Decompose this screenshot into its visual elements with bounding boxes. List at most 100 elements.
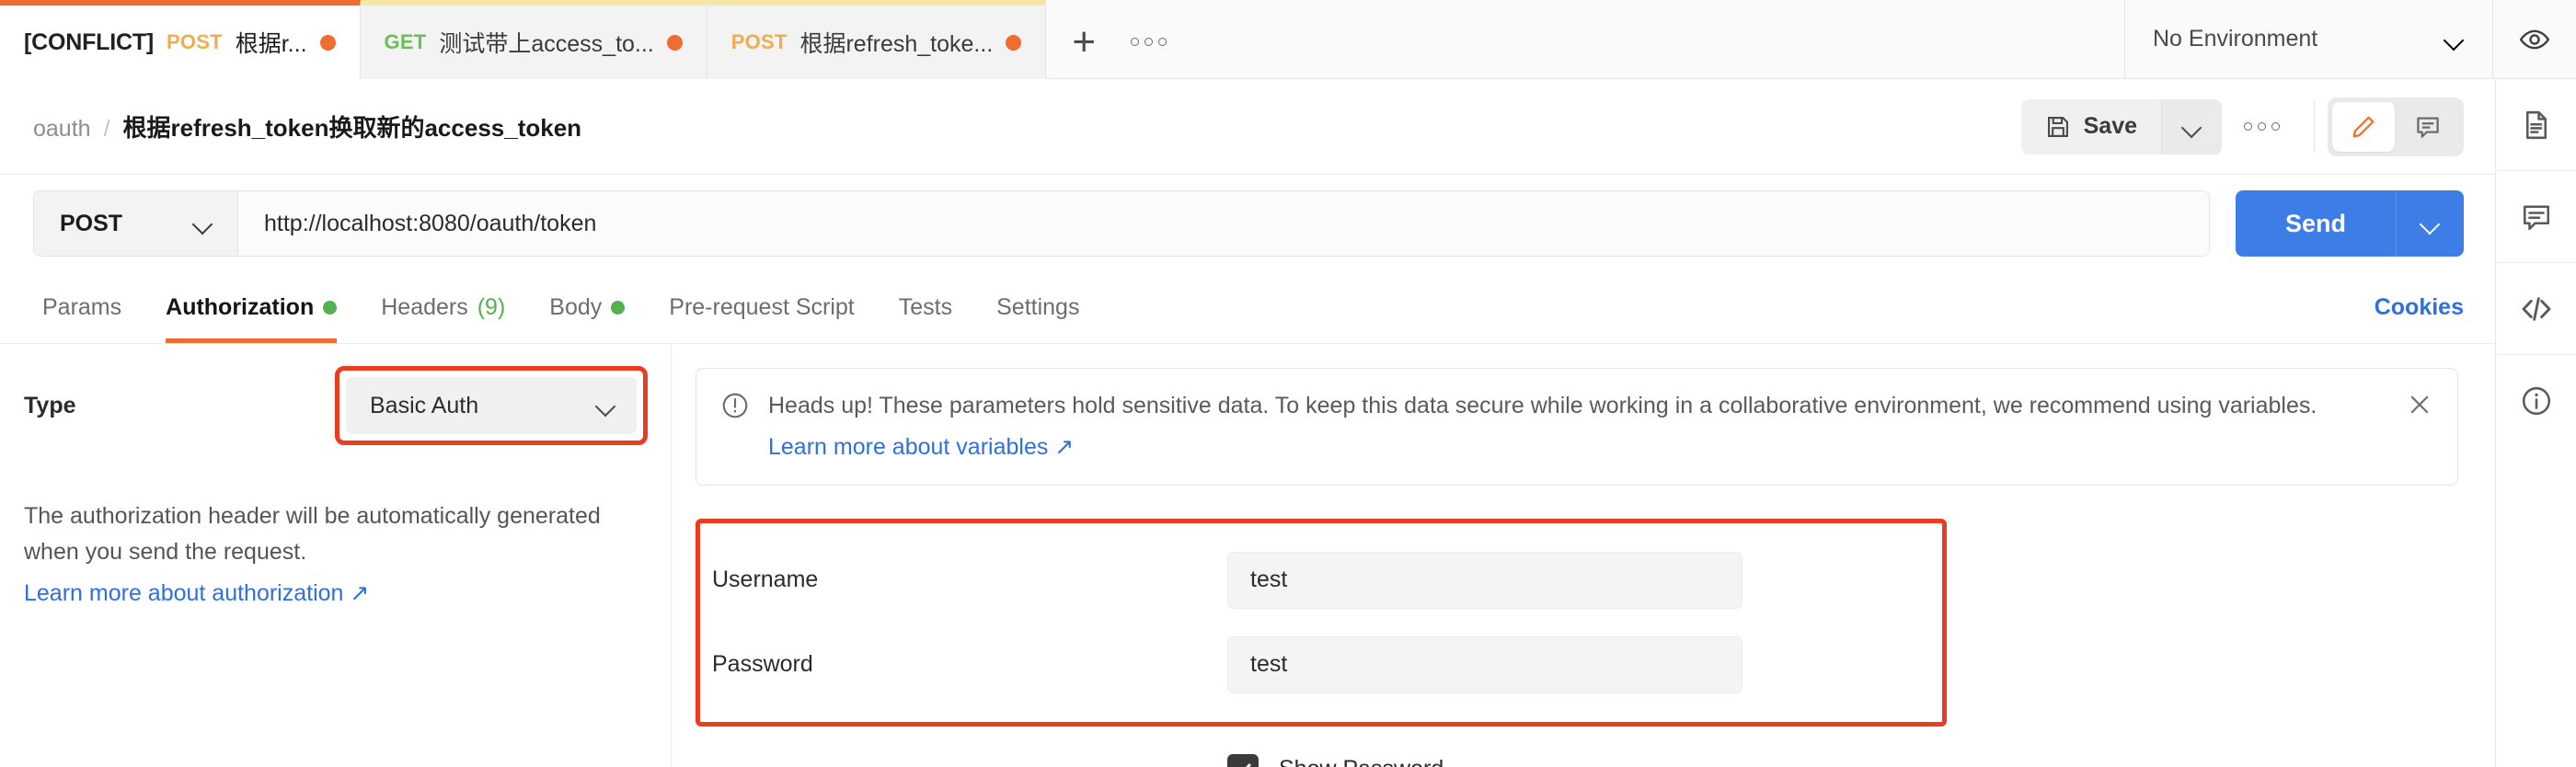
tab-params[interactable]: Params <box>20 272 144 343</box>
tab-label: Params <box>42 294 122 320</box>
eye-icon <box>2519 29 2550 49</box>
new-tab-button[interactable]: + <box>1052 0 1116 79</box>
right-sidebar <box>2495 79 2576 767</box>
more-horizontal-icon <box>1130 38 1167 46</box>
tab-options-button[interactable] <box>1116 0 1180 79</box>
code-icon <box>2522 296 2550 321</box>
send-group: Send <box>2235 190 2464 257</box>
comment-mode-button[interactable] <box>2397 102 2459 152</box>
request-tab-2[interactable]: GET 测试带上access_to... <box>360 0 707 79</box>
username-input[interactable]: test <box>1227 551 1742 609</box>
environment-quick-look-button[interactable] <box>2493 0 2576 78</box>
send-options-button[interactable] <box>2396 190 2464 257</box>
sensitive-data-banner: Heads up! These parameters hold sensitiv… <box>696 368 2458 486</box>
authorization-panel: Type Basic Auth The authorization header… <box>0 344 2495 767</box>
url-input[interactable]: http://localhost:8080/oauth/token <box>238 191 2209 256</box>
auth-credentials-column: Heads up! These parameters hold sensitiv… <box>672 344 2495 767</box>
password-input[interactable]: test <box>1227 635 1742 693</box>
tab-authorization[interactable]: Authorization <box>144 272 359 343</box>
pencil-icon <box>2352 116 2375 137</box>
username-label: Username <box>712 567 819 592</box>
url-row: POST http://localhost:8080/oauth/token S… <box>0 175 2495 272</box>
tab-strip-actions: + <box>1046 0 1180 78</box>
view-mode-group <box>2328 97 2464 156</box>
comment-icon <box>2523 204 2549 230</box>
sidebar-item-code-snippet[interactable] <box>2495 263 2576 355</box>
sidebar-item-info[interactable] <box>2496 355 2576 447</box>
headers-count: (9) <box>477 294 506 320</box>
request-section-tabs: Params Authorization Headers (9) Body Pr… <box>0 272 2495 344</box>
chevron-down-icon <box>193 213 213 234</box>
tab-settings[interactable]: Settings <box>974 272 1101 343</box>
tab-conflict-badge: [CONFLICT] <box>24 29 155 55</box>
banner-learn-more-link[interactable]: Learn more about variables ↗ <box>768 433 1074 461</box>
auth-type-column: Type Basic Auth The authorization header… <box>0 344 672 767</box>
banner-close-button[interactable] <box>2406 391 2433 423</box>
sidebar-item-comments[interactable] <box>2495 171 2576 263</box>
save-options-button[interactable] <box>2161 98 2222 155</box>
tab-unsaved-dot[interactable] <box>1006 34 1022 51</box>
tab-label: Headers <box>381 294 468 320</box>
cookies-link[interactable]: Cookies <box>2375 272 2464 343</box>
save-button-label: Save <box>2083 113 2137 139</box>
status-dot <box>323 301 338 315</box>
open-request-tabs: [CONFLICT] POST 根据r... GET 测试带上access_to… <box>0 0 2124 79</box>
tab-pre-request-script[interactable]: Pre-request Script <box>647 272 876 343</box>
request-more-actions-button[interactable] <box>2222 99 2301 155</box>
breadcrumb-collection[interactable]: oauth <box>33 116 91 143</box>
tab-body[interactable]: Body <box>527 272 647 343</box>
request-tab-3[interactable]: POST 根据refresh_toke... <box>707 0 1047 79</box>
tab-method: GET <box>384 30 427 53</box>
url-bar: POST http://localhost:8080/oauth/token <box>33 190 2210 257</box>
show-password-checkbox[interactable] <box>1227 753 1259 767</box>
save-group: Save <box>2020 98 2222 155</box>
tab-label: Pre-request Script <box>669 294 855 320</box>
environment-selector[interactable]: No Environment <box>2125 0 2493 78</box>
info-circle-icon <box>2522 386 2550 416</box>
show-password-label[interactable]: Show Password <box>1279 756 1443 767</box>
auth-type-selector[interactable]: Basic Auth <box>346 377 637 434</box>
header-divider <box>2314 100 2315 153</box>
send-button[interactable]: Send <box>2235 190 2396 257</box>
chevron-down-icon <box>596 395 616 416</box>
tab-method: POST <box>167 30 223 53</box>
status-dot <box>611 301 626 315</box>
credentials-block: Username test Password test <box>696 518 1947 727</box>
request-title[interactable]: 根据refresh_token换取新的access_token <box>123 109 582 143</box>
more-horizontal-icon <box>2243 122 2280 131</box>
tab-unsaved-dot[interactable] <box>666 34 683 51</box>
edit-mode-button[interactable] <box>2332 101 2395 152</box>
floppy-disk-icon <box>2047 116 2068 137</box>
close-icon <box>2410 395 2429 414</box>
http-method-label: POST <box>60 210 123 236</box>
exclamation-circle-icon <box>722 393 748 418</box>
request-pane: oauth / 根据refresh_token换取新的access_token … <box>0 79 2495 767</box>
show-password-row: Show Password <box>696 753 2458 767</box>
document-icon <box>2525 110 2547 139</box>
tab-tests[interactable]: Tests <box>877 272 974 343</box>
chevron-down-icon <box>2421 213 2441 234</box>
tab-title: 根据r... <box>235 31 307 57</box>
tab-headers[interactable]: Headers (9) <box>359 272 527 343</box>
auth-type-selector-wrap: Basic Auth <box>335 366 648 445</box>
postman-window: [CONFLICT] POST 根据r... GET 测试带上access_to… <box>0 0 2576 767</box>
banner-text-block: Heads up! These parameters hold sensitiv… <box>768 391 2373 461</box>
tab-unsaved-dot[interactable] <box>319 34 336 51</box>
environment-area: No Environment <box>2124 0 2576 78</box>
plus-icon: + <box>1072 18 1097 64</box>
chevron-down-icon <box>2444 29 2465 50</box>
checkmark-icon <box>1245 763 1251 767</box>
auth-type-value: Basic Auth <box>370 392 479 418</box>
tab-method: POST <box>730 30 788 53</box>
auth-learn-more-link[interactable]: Learn more about authorization ↗ <box>24 579 369 607</box>
sidebar-item-documentation[interactable] <box>2495 79 2576 171</box>
save-button[interactable]: Save <box>2020 98 2161 155</box>
tab-label: Body <box>549 294 603 320</box>
tab-label: Settings <box>996 294 1080 320</box>
http-method-selector[interactable]: POST <box>34 191 238 256</box>
tab-label: Authorization <box>166 294 315 320</box>
request-header-row: oauth / 根据refresh_token换取新的access_token … <box>0 79 2495 175</box>
auth-type-row: Type Basic Auth <box>24 366 648 445</box>
breadcrumb: oauth / 根据refresh_token换取新的access_token <box>33 109 581 143</box>
request-tab-1[interactable]: [CONFLICT] POST 根据r... <box>0 0 361 79</box>
